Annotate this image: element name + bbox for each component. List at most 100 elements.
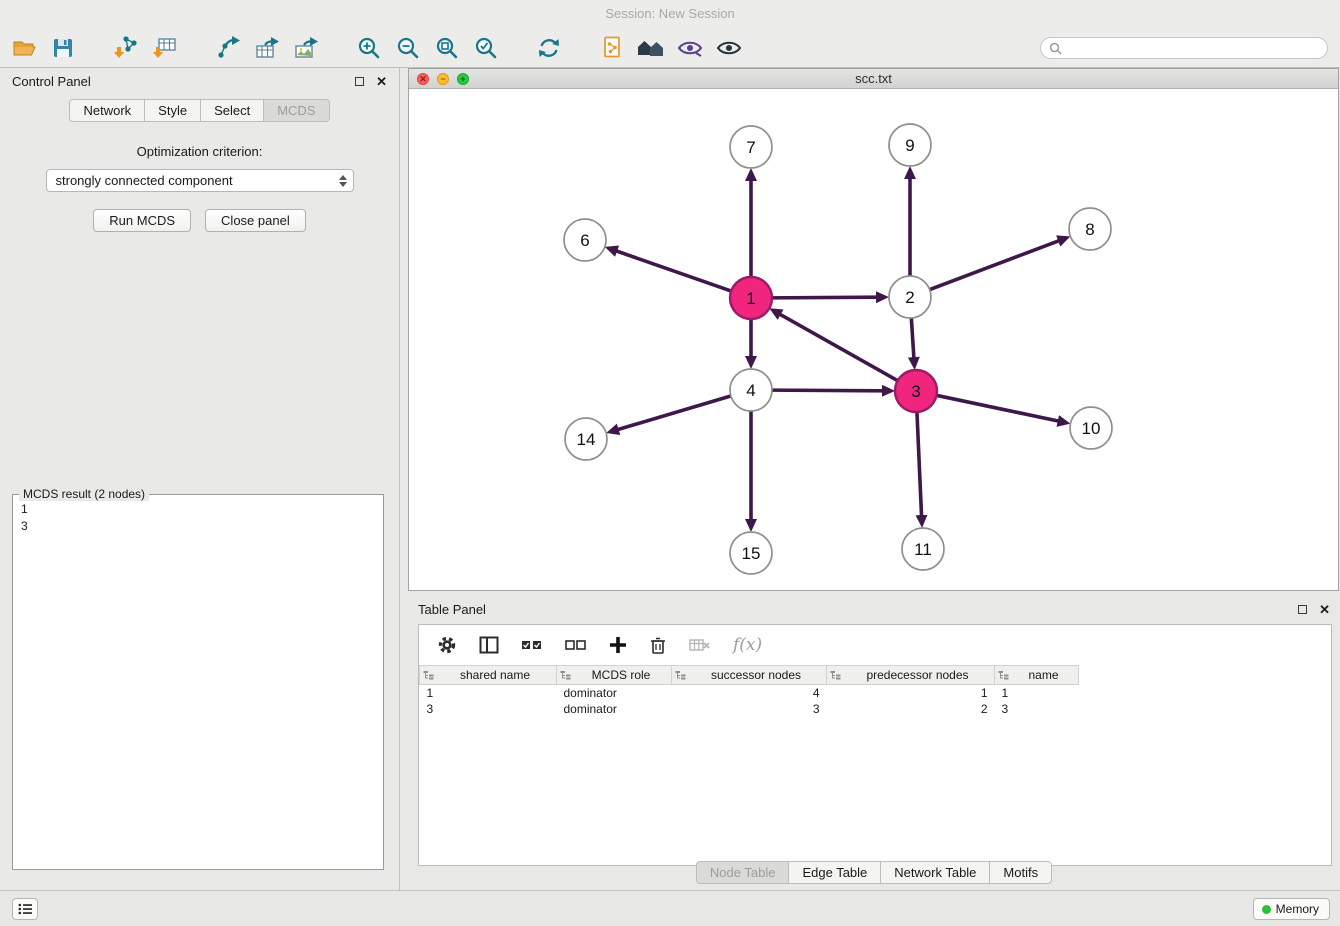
create-column-icon[interactable] <box>609 636 627 654</box>
node-table: shared name MCDS role successor nodesprede… <box>419 665 1079 717</box>
network-node-7[interactable]: 7 <box>730 126 772 168</box>
control-panel-header: Control Panel ✕ <box>0 68 399 94</box>
column-header[interactable]: successor nodes <box>672 666 827 685</box>
network-canvas[interactable]: 7 9 6 8 1 2 4 3 14 10 15 11 <box>409 89 1338 590</box>
column-header[interactable]: MCDS role <box>557 666 672 685</box>
tab-style[interactable]: Style <box>144 99 201 122</box>
tab-network-table[interactable]: Network Table <box>880 861 990 884</box>
search-icon <box>1049 42 1062 55</box>
table-cell[interactable]: 4 <box>672 685 827 701</box>
close-window-icon[interactable]: ✕ <box>417 73 429 85</box>
column-header[interactable]: name <box>995 666 1079 685</box>
select-all-columns-icon[interactable] <box>521 638 543 652</box>
tab-motifs[interactable]: Motifs <box>989 861 1052 884</box>
table-cell[interactable]: 2 <box>827 701 995 717</box>
table-cell[interactable]: dominator <box>557 685 672 701</box>
network-node-4[interactable]: 4 <box>730 369 772 411</box>
tab-mcds[interactable]: MCDS <box>263 99 329 122</box>
export-table-icon[interactable] <box>251 33 283 63</box>
control-panel-title: Control Panel <box>12 74 91 89</box>
float-table-panel-icon[interactable] <box>1298 605 1307 614</box>
table-cell[interactable]: 3 <box>672 701 827 717</box>
network-edge-2-8[interactable] <box>928 241 1059 291</box>
table-cell[interactable]: 1 <box>827 685 995 701</box>
network-node-9[interactable]: 9 <box>889 124 931 166</box>
network-view-window: ✕ − + scc.txt 7968124314101511 <box>408 68 1339 591</box>
network-node-3[interactable]: 3 <box>895 370 937 412</box>
zoom-selected-icon[interactable] <box>470 33 502 63</box>
table-row[interactable]: 3dominator323 <box>420 701 1079 717</box>
table-cell[interactable]: dominator <box>557 701 672 717</box>
minimize-window-icon[interactable]: − <box>437 73 449 85</box>
network-node-2[interactable]: 2 <box>889 276 931 318</box>
network-node-6[interactable]: 6 <box>564 219 606 261</box>
close-panel-icon[interactable]: ✕ <box>376 75 387 88</box>
show-hide-icon[interactable] <box>713 33 745 63</box>
tab-network[interactable]: Network <box>69 99 145 122</box>
network-edge-1-6[interactable] <box>616 251 733 292</box>
node-label: 2 <box>905 288 914 307</box>
show-column-panel-icon[interactable] <box>479 636 499 654</box>
zoom-fit-icon[interactable] <box>431 33 463 63</box>
mcds-result-line: 1 <box>21 501 375 518</box>
criterion-select[interactable]: strongly connected component <box>46 169 354 192</box>
network-node-14[interactable]: 14 <box>565 418 607 460</box>
export-image-icon[interactable] <box>290 33 322 63</box>
delete-table-icon <box>689 637 711 653</box>
tab-node-table[interactable]: Node Table <box>696 861 790 884</box>
home-icon[interactable] <box>635 33 667 63</box>
table-row[interactable]: 1dominator411 <box>420 685 1079 701</box>
zoom-out-icon[interactable] <box>392 33 424 63</box>
float-panel-icon[interactable] <box>355 77 364 86</box>
network-node-10[interactable]: 10 <box>1070 407 1112 449</box>
network-node-1[interactable]: 1 <box>730 277 772 319</box>
mcds-result-box: MCDS result (2 nodes) 13 <box>12 494 384 870</box>
save-session-icon[interactable] <box>47 33 79 63</box>
table-cell[interactable]: 3 <box>995 701 1079 717</box>
deselect-all-columns-icon[interactable] <box>565 638 587 652</box>
show-panels-button[interactable] <box>12 898 38 920</box>
node-label: 1 <box>746 289 755 308</box>
table-cell[interactable]: 1 <box>420 685 557 701</box>
delete-column-icon[interactable] <box>649 635 667 655</box>
import-table-icon[interactable] <box>149 33 181 63</box>
network-edge-1-2[interactable] <box>770 297 877 298</box>
network-edge-3-11[interactable] <box>917 410 922 516</box>
run-mcds-button[interactable]: Run MCDS <box>93 209 191 232</box>
tab-edge-table[interactable]: Edge Table <box>788 861 881 884</box>
zoom-in-icon[interactable] <box>353 33 385 63</box>
manage-networks-icon[interactable] <box>596 33 628 63</box>
network-edge-4-3[interactable] <box>770 390 883 391</box>
table-cell[interactable]: 1 <box>995 685 1079 701</box>
tab-select[interactable]: Select <box>200 99 264 122</box>
maximize-window-icon[interactable]: + <box>457 73 469 85</box>
table-settings-gear-icon[interactable] <box>437 635 457 655</box>
control-panel-tabs: Network Style Select MCDS <box>0 99 399 122</box>
table-panel: Table Panel ✕ <box>408 596 1340 890</box>
table-cell[interactable]: 3 <box>420 701 557 717</box>
export-network-icon[interactable] <box>212 33 244 63</box>
refresh-icon[interactable] <box>533 33 565 63</box>
table-toolbar: f(x) <box>419 625 1331 665</box>
open-session-icon[interactable] <box>8 33 40 63</box>
column-header[interactable]: predecessor nodes <box>827 666 995 685</box>
network-edge-4-14[interactable] <box>618 395 733 429</box>
network-node-11[interactable]: 11 <box>902 528 944 570</box>
search-input[interactable] <box>1068 41 1319 55</box>
mcds-result-title: MCDS result (2 nodes) <box>19 487 149 501</box>
network-edge-3-10[interactable] <box>935 395 1059 421</box>
control-panel: Control Panel ✕ Network Style Select MCD… <box>0 68 400 890</box>
search-box[interactable] <box>1040 37 1328 59</box>
column-header[interactable]: shared name <box>420 666 557 685</box>
network-node-15[interactable]: 15 <box>730 532 772 574</box>
column-header-label: MCDS role <box>592 668 651 682</box>
style-eye-icon[interactable] <box>674 33 706 63</box>
network-edge-3-1[interactable] <box>780 314 900 381</box>
network-edge-2-3[interactable] <box>911 316 914 358</box>
network-node-8[interactable]: 8 <box>1069 208 1111 250</box>
memory-button[interactable]: Memory <box>1253 898 1330 920</box>
node-label: 8 <box>1085 220 1094 239</box>
close-table-panel-icon[interactable]: ✕ <box>1319 603 1330 616</box>
close-panel-button[interactable]: Close panel <box>205 209 306 232</box>
import-network-icon[interactable] <box>110 33 142 63</box>
